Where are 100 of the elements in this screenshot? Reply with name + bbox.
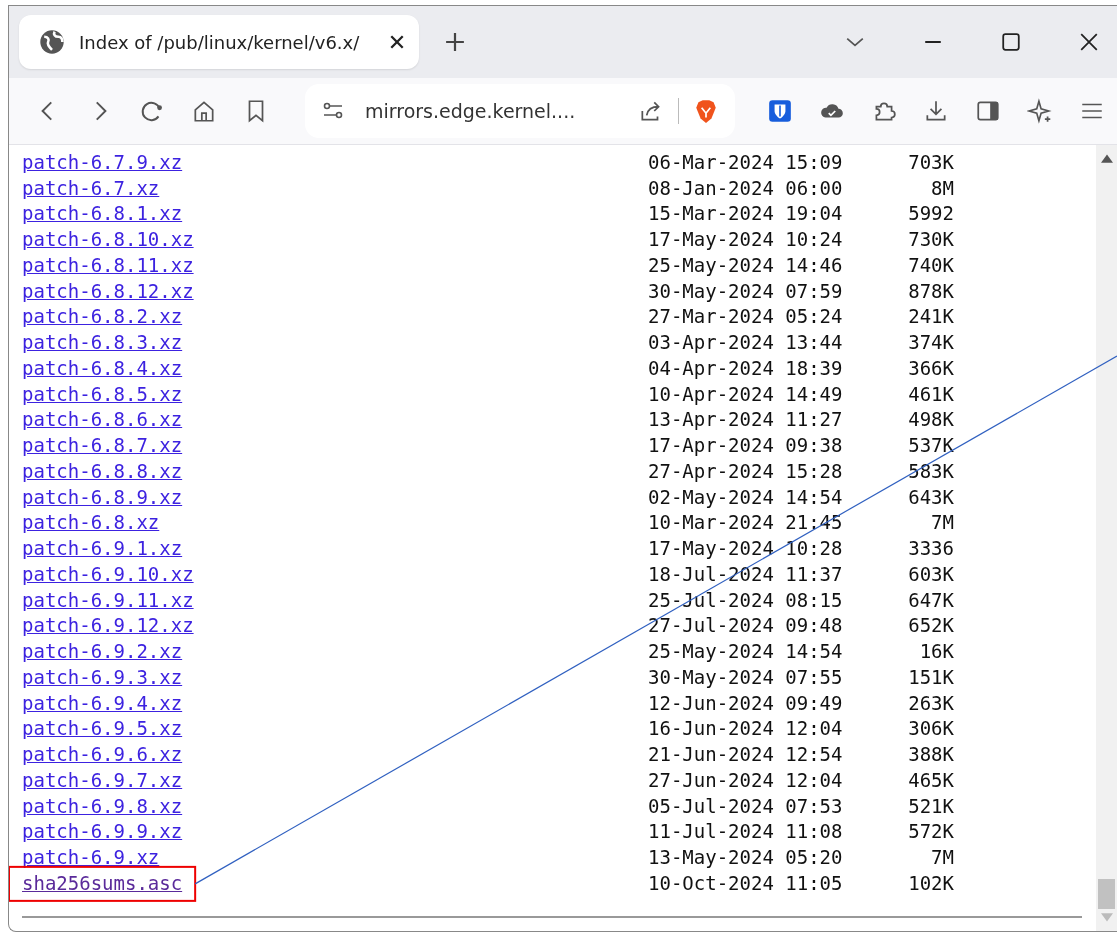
file-date: 05-Jul-2024 07:53 — [648, 794, 844, 817]
file-size: 16K — [918, 640, 954, 663]
file-link[interactable]: patch-6.9.11.xz — [22, 588, 194, 611]
file-date: 25-May-2024 14:54 — [648, 640, 844, 663]
file-size: 652K — [907, 614, 954, 637]
file-size: 7M — [930, 511, 954, 534]
file-size: 151K — [907, 665, 954, 688]
tab-title: Index of /pub/linux/kernel/v6.x/ — [79, 31, 361, 53]
file-link[interactable]: patch-6.8.5.xz — [22, 382, 183, 405]
browser-tab[interactable]: Index of /pub/linux/kernel/v6.x/ — [19, 15, 419, 69]
file-link[interactable]: patch-6.7.9.xz — [22, 150, 183, 173]
file-date: 16-Jun-2024 12:04 — [648, 717, 844, 740]
file-link[interactable]: patch-6.9.1.xz — [22, 537, 183, 560]
file-size: 603K — [907, 562, 954, 585]
file-size: 878K — [907, 279, 954, 302]
file-size: 102K — [907, 871, 954, 894]
file-link[interactable]: patch-6.9.xz — [22, 846, 160, 869]
file-date: 13-May-2024 05:20 — [648, 846, 844, 869]
file-date: 21-Jun-2024 12:54 — [648, 743, 844, 766]
scroll-up-icon[interactable] — [1100, 153, 1113, 163]
file-link[interactable]: patch-6.8.8.xz — [22, 459, 183, 482]
file-link[interactable]: patch-6.9.6.xz — [22, 743, 183, 766]
sparkle-icon[interactable] — [1027, 98, 1053, 124]
file-date: 10-Oct-2024 11:05 — [648, 871, 844, 894]
file-date: 30-May-2024 07:55 — [648, 665, 844, 688]
file-size: 498K — [907, 408, 954, 431]
file-size: 241K — [907, 305, 954, 328]
file-date: 13-Apr-2024 11:27 — [648, 408, 844, 431]
file-link[interactable]: patch-6.8.10.xz — [22, 228, 194, 251]
file-link[interactable]: patch-6.9.5.xz — [22, 717, 183, 740]
file-size: 583K — [907, 459, 954, 482]
file-size: 3336 — [907, 537, 954, 560]
file-date: 17-May-2024 10:24 — [648, 228, 844, 251]
file-date: 30-May-2024 07:59 — [648, 279, 844, 302]
file-link[interactable]: patch-6.8.1.xz — [22, 202, 183, 225]
file-link[interactable]: patch-6.8.11.xz — [22, 253, 194, 276]
sidebar-icon[interactable] — [975, 98, 1001, 124]
file-link[interactable]: patch-6.8.4.xz — [22, 356, 183, 379]
file-date: 12-Jun-2024 09:49 — [648, 691, 844, 714]
file-link[interactable]: patch-6.8.xz — [22, 511, 160, 534]
file-size: 643K — [907, 485, 954, 508]
file-link[interactable]: patch-6.9.4.xz — [22, 691, 183, 714]
new-tab-icon[interactable] — [445, 32, 465, 52]
file-date: 04-Apr-2024 18:39 — [648, 356, 844, 379]
file-link[interactable]: sha256sums.asc — [22, 871, 183, 894]
file-size: 8M — [930, 176, 954, 199]
file-date: 03-Apr-2024 13:44 — [648, 331, 844, 354]
file-date: 27-Mar-2024 05:24 — [648, 305, 844, 328]
address-text: mirrors.edge.kernel.... — [364, 100, 577, 122]
file-size: 306K — [907, 717, 954, 740]
file-date: 11-Jul-2024 11:08 — [648, 820, 844, 843]
file-size: 572K — [907, 820, 954, 843]
file-date: 02-May-2024 14:54 — [648, 485, 844, 508]
file-size: 5992 — [907, 202, 954, 225]
shield-icon[interactable] — [767, 98, 793, 124]
file-link[interactable]: patch-6.9.7.xz — [22, 768, 183, 791]
file-size: 374K — [907, 331, 954, 354]
file-size: 465K — [907, 768, 954, 791]
file-link[interactable]: patch-6.8.9.xz — [22, 485, 183, 508]
file-link[interactable]: patch-6.8.3.xz — [22, 331, 183, 354]
close-icon[interactable] — [1079, 32, 1099, 52]
scrollbar[interactable] — [1096, 145, 1117, 931]
file-date: 27-Apr-2024 15:28 — [648, 459, 844, 482]
maximize-icon[interactable] — [1001, 32, 1021, 52]
scroll-thumb[interactable] — [1098, 879, 1115, 909]
file-size: 730K — [907, 228, 954, 251]
file-size: 263K — [907, 691, 954, 714]
file-date: 15-Mar-2024 19:04 — [648, 202, 844, 225]
file-size: 521K — [907, 794, 954, 817]
file-link[interactable]: patch-6.9.2.xz — [22, 640, 183, 663]
file-link[interactable]: patch-6.8.6.xz — [22, 408, 183, 431]
file-size: 647K — [907, 588, 954, 611]
file-link[interactable]: patch-6.7.xz — [22, 176, 160, 199]
file-size: 7M — [930, 846, 954, 869]
close-icon[interactable] — [389, 34, 405, 50]
file-link[interactable]: patch-6.9.12.xz — [22, 614, 194, 637]
file-size: 366K — [907, 356, 954, 379]
file-date: 25-May-2024 14:46 — [648, 253, 844, 276]
file-link[interactable]: patch-6.8.7.xz — [22, 434, 183, 457]
file-link[interactable]: patch-6.9.8.xz — [22, 794, 183, 817]
file-date: 08-Jan-2024 06:00 — [648, 176, 844, 199]
file-date: 17-Apr-2024 09:38 — [648, 434, 844, 457]
globe-icon — [39, 29, 65, 55]
file-link[interactable]: patch-6.9.9.xz — [22, 820, 183, 843]
file-size: 537K — [907, 434, 954, 457]
file-date: 27-Jul-2024 09:48 — [648, 614, 844, 637]
download-icon[interactable] — [923, 98, 949, 124]
file-date: 27-Jun-2024 12:04 — [648, 768, 844, 791]
file-size: 703K — [907, 150, 954, 173]
address-bar[interactable]: mirrors.edge.kernel.... — [305, 84, 735, 138]
file-link[interactable]: patch-6.8.2.xz — [22, 305, 183, 328]
file-link[interactable]: patch-6.9.10.xz — [22, 562, 194, 585]
file-date: 17-May-2024 10:28 — [648, 537, 844, 560]
file-size: 461K — [907, 382, 954, 405]
file-link[interactable]: patch-6.9.3.xz — [22, 665, 183, 688]
file-size: 740K — [907, 253, 954, 276]
file-size: 388K — [907, 743, 954, 766]
file-date: 06-Mar-2024 15:09 — [648, 150, 844, 173]
file-link[interactable]: patch-6.8.12.xz — [22, 279, 194, 302]
file-date: 10-Apr-2024 14:49 — [648, 382, 844, 405]
